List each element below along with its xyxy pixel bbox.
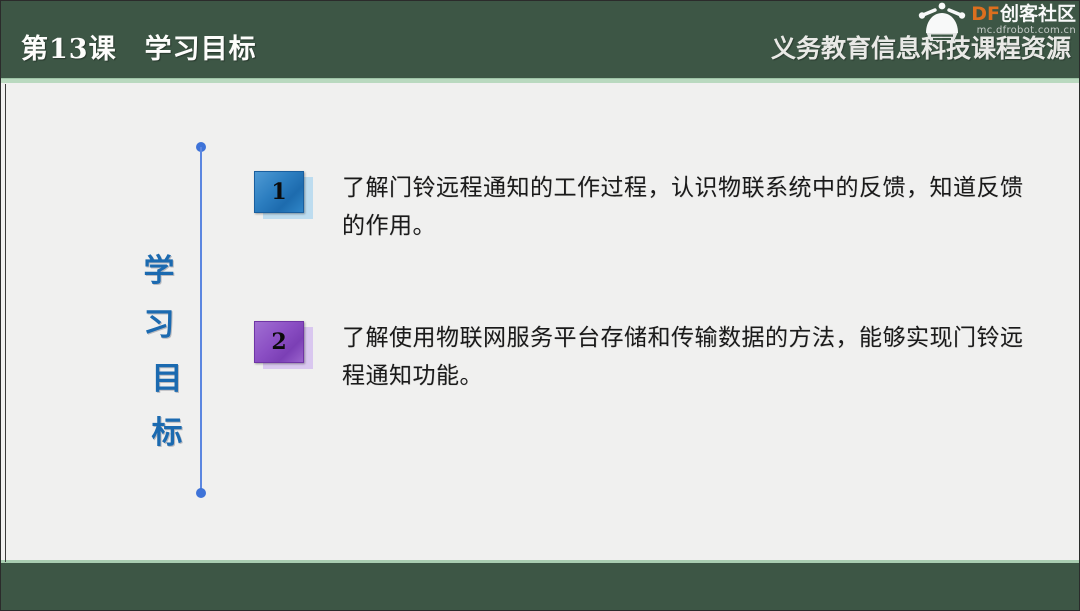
vertical-rule-line: [200, 147, 202, 493]
goal-number-badge-2: 2: [254, 321, 316, 377]
vertical-heading-char-2: 习: [143, 307, 175, 343]
watermark-text-block: DF创客社区 mc.dfrobot.com.cn: [971, 2, 1076, 37]
header-underline-divider: [1, 78, 1079, 83]
slide-canvas: 第13课 学习目标 义务教育信息科技课程资源 DF创客社区 mc.dfrobot…: [0, 0, 1080, 611]
vertical-section-heading: 学 习 目 标: [132, 244, 186, 460]
watermark-url: mc.dfrobot.com.cn: [976, 25, 1076, 36]
watermark-brand: DF创客社区: [971, 4, 1076, 24]
vertical-heading-char-3: 目: [151, 361, 183, 397]
learning-goal-item-2: 2 了解使用物联网服务平台存储和传输数据的方法，能够实现门铃远程通知功能。: [254, 321, 1044, 395]
robot-head-icon: [915, 2, 969, 44]
left-edge-rule: [5, 84, 6, 562]
slide-footer: [1, 563, 1079, 610]
learning-goal-item-1: 1 了解门铃远程通知的工作过程，认识物联系统中的反馈，知道反馈的作用。: [254, 171, 1044, 245]
vertical-rule-dot-bottom: [196, 488, 206, 498]
goal-text-2: 了解使用物联网服务平台存储和传输数据的方法，能够实现门铃远程通知功能。: [342, 325, 1024, 389]
page-title: 第13课 学习目标: [21, 34, 257, 65]
vertical-heading-char-1: 学: [143, 253, 175, 289]
slide-body: 学 习 目 标 1 了解门铃远程通知的工作过程，认识物联系统中的反馈，知道反馈的…: [6, 84, 1078, 562]
watermark-brand-prefix: DF: [971, 3, 1000, 25]
watermark-brand-suffix: 创客社区: [999, 3, 1076, 25]
goal-text-1: 了解门铃远程通知的工作过程，认识物联系统中的反馈，知道反馈的作用。: [342, 175, 1024, 239]
vertical-divider-rule: [194, 142, 208, 498]
goal-badge-number-1: 1: [254, 171, 304, 213]
goal-number-badge-1: 1: [254, 171, 316, 227]
goal-badge-number-2: 2: [254, 321, 304, 363]
vertical-heading-char-4: 标: [151, 415, 183, 451]
watermark-logo: DF创客社区 mc.dfrobot.com.cn: [915, 2, 1076, 46]
